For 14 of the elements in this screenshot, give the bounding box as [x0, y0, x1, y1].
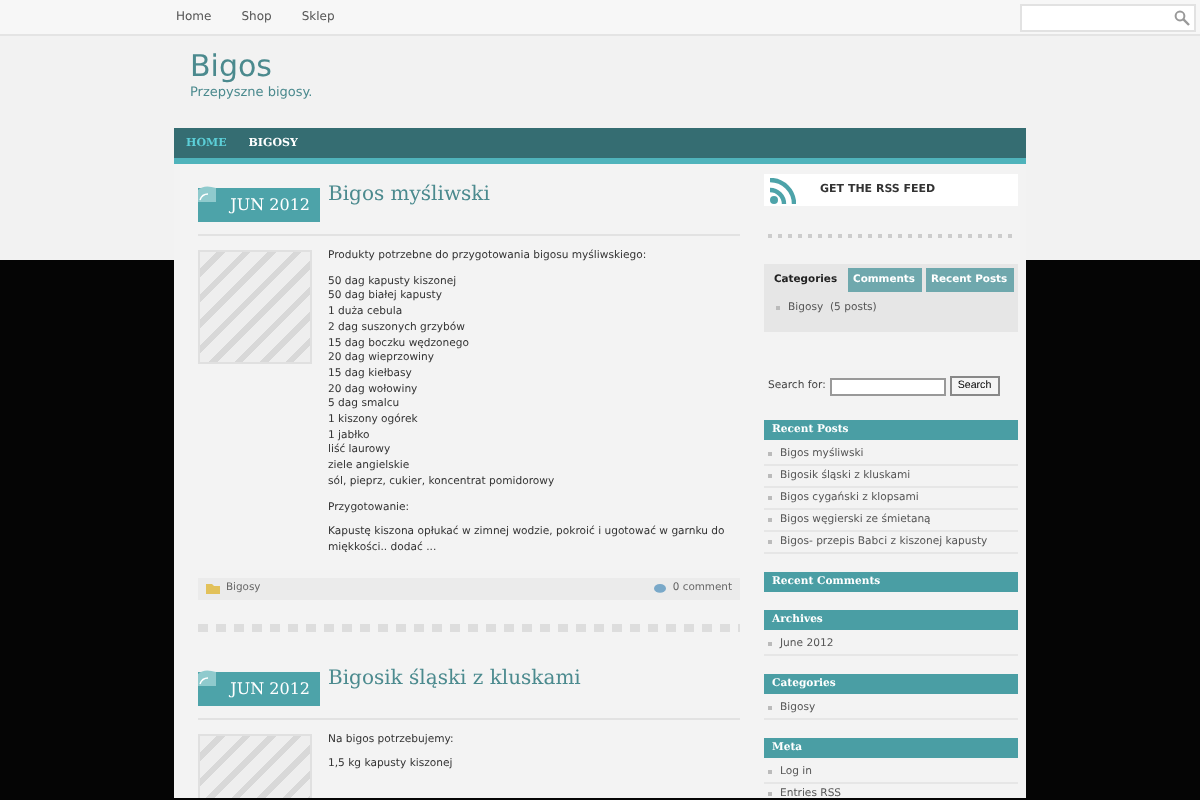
page-curl-icon: [198, 184, 216, 202]
search-icon[interactable]: [1174, 9, 1190, 25]
page-curl-icon: [198, 667, 216, 686]
top-search-field[interactable]: [1020, 3, 1196, 31]
post-title[interactable]: Bigosik śląski z kluskami: [328, 667, 581, 690]
search-field[interactable]: [829, 377, 946, 395]
site-title[interactable]: Bigos: [190, 50, 1026, 84]
rss-icon: [770, 177, 796, 203]
post-title[interactable]: Bigos myśliwski: [328, 184, 490, 206]
date-badge: JUN 2012: [198, 671, 320, 706]
date-badge: JUN 2012: [198, 188, 320, 222]
comment-bubble-icon: [654, 583, 667, 594]
thumbnail-placeholder: [198, 250, 312, 364]
folder-icon: [206, 583, 220, 594]
